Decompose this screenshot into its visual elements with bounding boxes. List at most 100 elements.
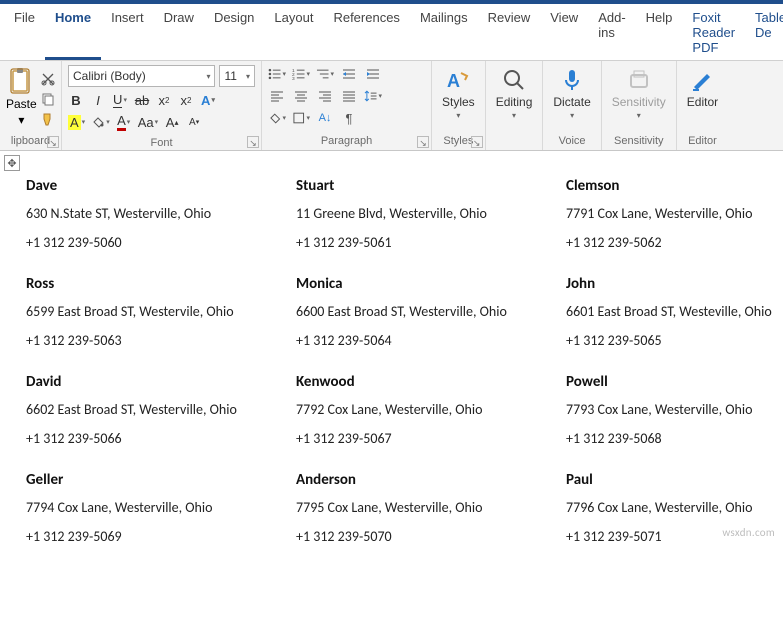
cut-icon [41, 72, 55, 86]
dictate-button[interactable]: Dictate ▾ [553, 67, 590, 120]
document-area[interactable]: ✥ Dave630 N.State ST, Westerville, Ohio+… [0, 151, 783, 545]
label-address: 7793 Cox Lane, Westerville, Ohio [566, 401, 783, 418]
tab-review[interactable]: Review [478, 4, 541, 60]
label-cell[interactable]: David6602 East Broad ST, Westerville, Oh… [26, 373, 296, 447]
group-label-font: Font [68, 135, 255, 150]
group-label-paragraph: Paragraph [268, 133, 425, 148]
cut-button[interactable] [39, 71, 57, 87]
shading-para-button[interactable]: ▾ [268, 109, 286, 127]
underline-button[interactable]: U▾ [112, 91, 128, 109]
indent-icon [366, 67, 380, 81]
clipboard-launcher[interactable]: ↘ [47, 136, 59, 148]
numbering-button[interactable]: 123▾ [292, 65, 310, 83]
font-size-select[interactable]: 11 ▾ [219, 65, 255, 87]
font-name-select[interactable]: Calibri (Body)▾ [68, 65, 215, 87]
label-address: 7796 Cox Lane, Westerville, Ohio [566, 499, 783, 516]
align-right-button[interactable] [316, 87, 334, 105]
search-icon [501, 67, 527, 93]
tab-help[interactable]: Help [636, 4, 683, 60]
tab-draw[interactable]: Draw [154, 4, 204, 60]
label-cell[interactable]: Ross6599 East Broad ST, Westervile, Ohio… [26, 275, 296, 349]
tab-references[interactable]: References [323, 4, 409, 60]
label-cell[interactable]: Anderson 7795 Cox Lane, Westerville, Ohio… [296, 471, 566, 545]
label-cell[interactable]: Powell7793 Cox Lane, Westerville, Ohio+1… [566, 373, 783, 447]
increase-indent-button[interactable] [364, 65, 382, 83]
sort-button[interactable]: A↓ [316, 109, 334, 127]
multilevel-list-button[interactable]: ▾ [316, 65, 334, 83]
line-spacing-button[interactable]: ▾ [364, 87, 382, 105]
show-marks-button[interactable]: ¶ [340, 109, 358, 127]
labels-table: Dave630 N.State ST, Westerville, Ohio+1 … [6, 159, 783, 545]
editor-button[interactable]: Editor [687, 67, 718, 109]
group-sensitivity: Sensitivity ▾ Sensitivity [602, 61, 677, 150]
editing-label: Editing [496, 95, 533, 109]
label-name: Kenwood [296, 373, 566, 391]
tab-design[interactable]: Design [204, 4, 264, 60]
change-case-button[interactable]: Aa▾ [138, 113, 158, 131]
label-cell[interactable]: John6601 East Broad ST, Westeville, Ohio… [566, 275, 783, 349]
tab-file[interactable]: File [4, 4, 45, 60]
label-address: 6601 East Broad ST, Westeville, Ohio [566, 303, 783, 320]
label-phone: +1 312 239-5068 [566, 430, 783, 447]
tab-view[interactable]: View [540, 4, 588, 60]
outdent-icon [342, 67, 356, 81]
font-size-value: 11 [224, 69, 236, 83]
group-label-sensitivity: Sensitivity [614, 133, 664, 148]
tab-foxit[interactable]: Foxit Reader PDF [682, 4, 745, 60]
paragraph-launcher[interactable]: ↘ [417, 136, 429, 148]
label-phone: +1 312 239-5066 [26, 430, 296, 447]
paste-button[interactable]: Paste ▾ [6, 65, 37, 127]
format-painter-button[interactable] [39, 111, 57, 127]
label-address: 7795 Cox Lane, Westerville, Ohio [296, 499, 566, 516]
italic-button[interactable]: I [90, 91, 106, 109]
align-center-button[interactable] [292, 87, 310, 105]
label-cell[interactable]: Geller7794 Cox Lane, Westerville, Ohio+1… [26, 471, 296, 545]
chevron-down-icon: ▾ [570, 111, 574, 120]
tab-mailings[interactable]: Mailings [410, 4, 478, 60]
label-cell[interactable]: Kenwood7792 Cox Lane, Westerville, Ohio+… [296, 373, 566, 447]
decrease-indent-button[interactable] [340, 65, 358, 83]
label-address: 7791 Cox Lane, Westerville, Ohio [566, 205, 783, 222]
subscript-button[interactable]: x2 [156, 91, 172, 109]
shrink-font-button[interactable]: A▾ [186, 113, 202, 131]
label-cell[interactable]: Monica6600 East Broad ST, Westerville, O… [296, 275, 566, 349]
label-phone: +1 312 239-5063 [26, 332, 296, 349]
superscript-button[interactable]: x2 [178, 91, 194, 109]
label-name: Dave [26, 177, 296, 195]
copy-button[interactable] [39, 91, 57, 107]
chevron-down-icon: ▾ [246, 72, 250, 81]
label-phone: +1 312 239-5065 [566, 332, 783, 349]
label-cell[interactable]: Stuart11 Greene Blvd, Westerville, Ohio+… [296, 177, 566, 251]
borders-button[interactable]: ▾ [292, 109, 310, 127]
group-styles: A Styles ▾ Styles ↘ [432, 61, 486, 150]
font-launcher[interactable]: ↘ [247, 136, 259, 148]
label-cell[interactable]: Clemson7791 Cox Lane, Westerville, Ohio+… [566, 177, 783, 251]
font-color-button[interactable]: A▾ [116, 113, 132, 131]
styles-button[interactable]: A Styles ▾ [442, 67, 475, 120]
label-name: David [26, 373, 296, 391]
align-right-icon [318, 89, 332, 103]
strikethrough-button[interactable]: ab [134, 91, 150, 109]
bold-button[interactable]: B [68, 91, 84, 109]
label-cell[interactable]: Dave630 N.State ST, Westerville, Ohio+1 … [26, 177, 296, 251]
shading-button[interactable]: ▾ [91, 113, 110, 131]
tab-addins[interactable]: Add-ins [588, 4, 635, 60]
tab-table-design[interactable]: Table De [745, 4, 783, 60]
grow-font-button[interactable]: A▴ [164, 113, 180, 131]
highlight-button[interactable]: A▾ [68, 113, 85, 131]
sensitivity-icon [626, 67, 652, 93]
tab-layout[interactable]: Layout [264, 4, 323, 60]
ribbon: Paste ▾ lipboard ↘ Calibri (Body)▾ 11▾ B… [0, 61, 783, 151]
label-name: Geller [26, 471, 296, 489]
justify-button[interactable] [340, 87, 358, 105]
align-left-button[interactable] [268, 87, 286, 105]
tab-insert[interactable]: Insert [101, 4, 154, 60]
label-name: Anderson [296, 471, 566, 489]
label-phone: +1 312 239-5061 [296, 234, 566, 251]
bullets-button[interactable]: ▾ [268, 65, 286, 83]
table-move-handle[interactable]: ✥ [4, 155, 20, 171]
text-effects-button[interactable]: A▾ [200, 91, 216, 109]
styles-launcher[interactable]: ↘ [471, 136, 483, 148]
editing-button[interactable]: Editing ▾ [496, 67, 533, 120]
tab-home[interactable]: Home [45, 4, 101, 60]
